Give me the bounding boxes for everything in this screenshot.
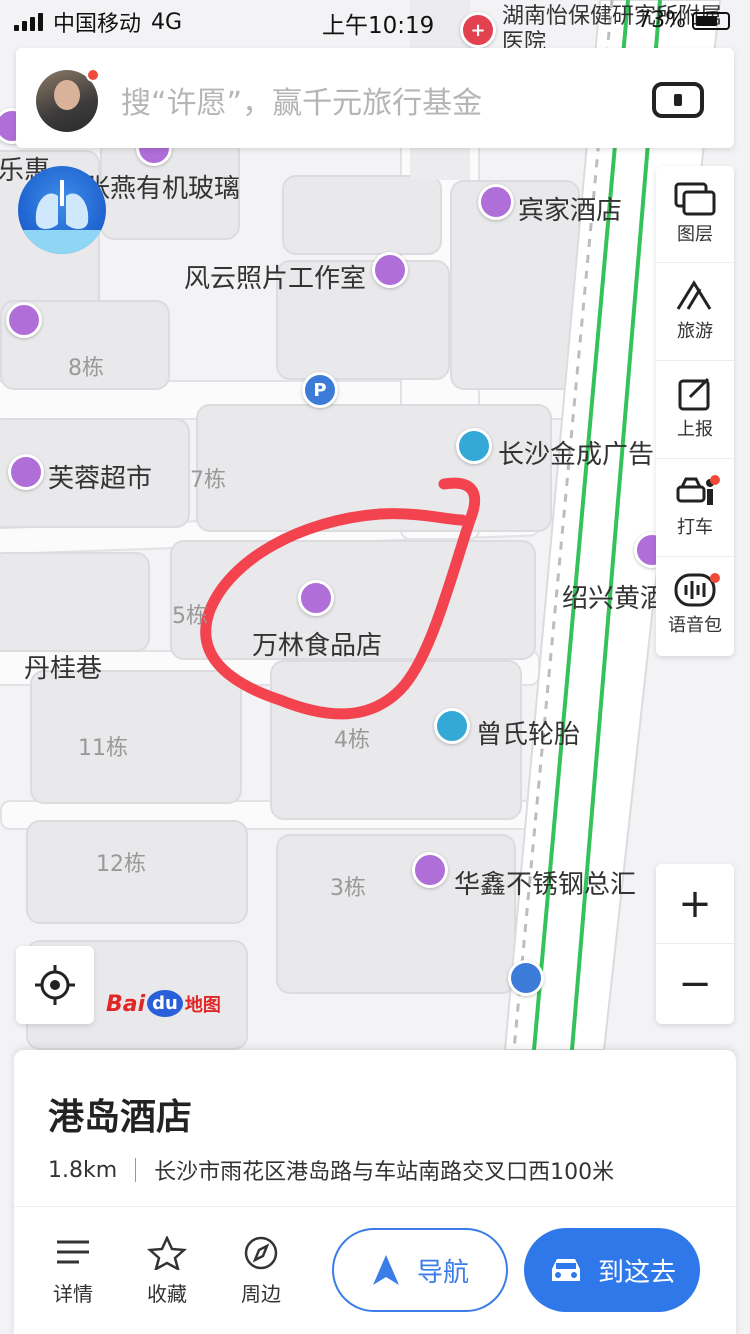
baidu-map-logo: Bai du 地图 [106, 990, 221, 1017]
car-icon [551, 1259, 580, 1281]
building-label: 3栋 [330, 876, 366, 901]
network-type: 4G [151, 9, 183, 35]
carrier-info: 中国移动 4G [14, 6, 182, 38]
shopping-pin-icon[interactable] [298, 580, 334, 616]
shopping-pin-icon[interactable] [412, 852, 448, 888]
notification-dot [86, 68, 100, 82]
nearby-button[interactable]: 周边 [226, 1236, 296, 1307]
zoom-controls: + − [656, 864, 734, 1024]
travel-button[interactable]: 旅游 [656, 262, 734, 358]
favorite-button[interactable]: 收藏 [132, 1234, 202, 1307]
compass-icon [244, 1236, 278, 1270]
taxi-label: 打车 [677, 516, 713, 538]
scan-icon[interactable] [652, 82, 704, 118]
supermarket-pin-icon[interactable] [8, 454, 44, 490]
taxi-button[interactable]: 打车 [656, 458, 734, 554]
building-label: 11栋 [78, 736, 128, 761]
navigate-button[interactable]: 导航 [332, 1228, 508, 1312]
divider [14, 1206, 736, 1207]
poi-label-furong[interactable]: 芙蓉超市 [48, 458, 152, 495]
report-label: 上报 [677, 418, 713, 440]
poi-label-wanlin[interactable]: 万林食品店 [252, 625, 382, 662]
place-title: 港岛酒店 [48, 1097, 193, 1138]
place-address: 长沙市雨花区港岛路与车站南路交叉口西100米 [154, 1160, 615, 1185]
report-icon [678, 377, 710, 410]
battery-icon [692, 11, 730, 30]
poi-label-tire[interactable]: 曾氏轮胎 [476, 714, 580, 751]
travel-label: 旅游 [677, 320, 713, 342]
poi-label-steel[interactable]: 华鑫不锈钢总汇 [454, 864, 636, 901]
favorite-label: 收藏 [147, 1282, 187, 1306]
nearby-label: 周边 [241, 1282, 281, 1306]
taxi-notification-dot [710, 475, 720, 485]
zoom-out-button[interactable]: − [656, 944, 734, 1024]
shopping-pin-icon[interactable] [6, 302, 42, 338]
building-label: 5栋 [172, 604, 208, 629]
poi-label-glass[interactable]: 张燕有机玻璃 [84, 168, 240, 205]
voice-pack-label: 语音包 [668, 614, 722, 636]
building-label: 12栋 [96, 852, 146, 877]
layers-button[interactable]: 图层 [656, 166, 734, 262]
navigation-arrow-icon [372, 1255, 399, 1285]
clock: 上午10:19 [322, 13, 435, 39]
lung-health-icon[interactable] [18, 166, 106, 254]
poi-label-photo[interactable]: 风云照片工作室 [184, 258, 366, 295]
travel-icon [676, 279, 712, 310]
go-here-label: 到这去 [597, 1257, 676, 1288]
building-label: 8栋 [68, 356, 104, 381]
report-button[interactable]: 上报 [656, 360, 734, 456]
map-tools-panel: 图层 旅游 上报 打车 语音包 [656, 166, 734, 656]
building-pin-icon[interactable] [456, 428, 492, 464]
place-distance: 1.8km [48, 1157, 118, 1183]
place-meta: 1.8km 长沙市雨花区港岛路与车站南路交叉口西100米 [48, 1154, 614, 1186]
poi-label-hotel[interactable]: 宾家酒店 [518, 190, 622, 227]
voice-notification-dot [710, 573, 720, 583]
search-placeholder[interactable]: 搜“许愿”，赢千元旅行基金 [121, 78, 482, 122]
signal-icon [14, 13, 43, 31]
zoom-in-button[interactable]: + [656, 864, 734, 944]
parking-pin-icon[interactable]: P [302, 372, 338, 408]
poi-label-jincheng[interactable]: 长沙金成广告 [498, 434, 654, 471]
layers-label: 图层 [677, 224, 713, 245]
building-label: 7栋 [190, 468, 226, 493]
layers-icon [674, 182, 716, 216]
carrier-name: 中国移动 [53, 12, 142, 37]
annotation-circle [200, 477, 481, 720]
place-detail-card[interactable]: 港岛酒店 1.8km 长沙市雨花区港岛路与车站南路交叉口西100米 详情 收藏 … [14, 1050, 736, 1334]
car-service-pin-icon[interactable] [434, 708, 470, 744]
poi-label-shaoxing[interactable]: 绍兴黄酒 [562, 578, 658, 615]
details-label: 详情 [53, 1282, 93, 1306]
street-label: 丹桂巷 [24, 654, 103, 684]
battery-percent: 73% [637, 8, 686, 33]
camera-pin-icon[interactable] [372, 252, 408, 288]
star-icon [146, 1234, 188, 1272]
details-button[interactable]: 详情 [38, 1236, 108, 1307]
building-label: 4栋 [334, 728, 370, 753]
list-icon [57, 1240, 89, 1264]
voice-pack-button[interactable]: 语音包 [656, 556, 734, 652]
battery-info: 73% [637, 8, 730, 33]
go-here-button[interactable]: 到这去 [524, 1228, 700, 1312]
status-bar: 中国移动 4G 上午10:19 73% [0, 0, 750, 40]
hotel-pin-icon[interactable] [478, 184, 514, 220]
bus-stop-pin-icon[interactable] [508, 960, 544, 996]
search-bar[interactable]: 搜“许愿”，赢千元旅行基金 [16, 48, 734, 148]
navigate-label: 导航 [416, 1257, 469, 1288]
crosshair-icon [35, 965, 75, 1005]
locate-me-button[interactable] [16, 946, 94, 1024]
